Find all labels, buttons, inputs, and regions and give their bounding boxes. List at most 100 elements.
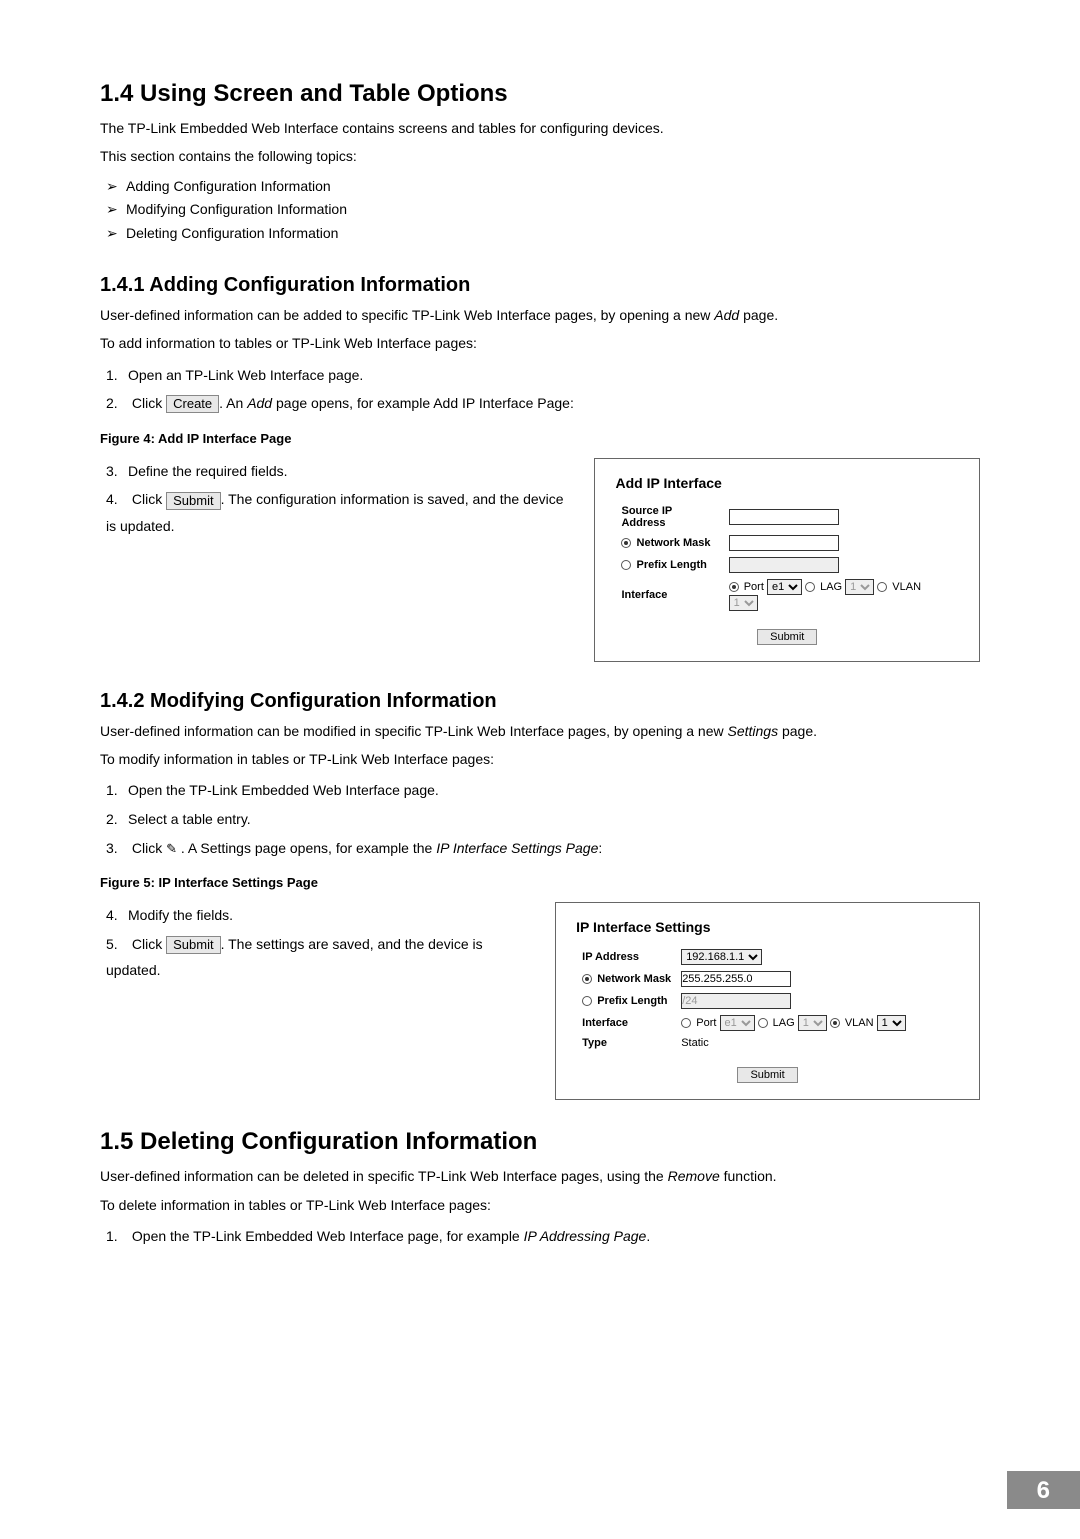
heading-1-5: 1.5 Deleting Configuration Information — [100, 1128, 980, 1156]
step-number: 4. — [106, 486, 128, 513]
steps-list: 1.Open an TP-Link Web Interface page. 2.… — [106, 362, 980, 417]
steps-list: 1. Open the TP-Link Embedded Web Interfa… — [106, 1223, 980, 1250]
table-row: Network Mask — [578, 969, 910, 989]
step: 4. Click Submit. The configuration infor… — [106, 486, 574, 539]
table-row: Prefix Length — [578, 991, 910, 1011]
step-number: 1. — [106, 1223, 128, 1250]
text: function. — [724, 1168, 777, 1184]
text: User-defined information can be added to… — [100, 307, 710, 323]
row: 4.Modify the fields. 5. Click Submit. Th… — [100, 902, 980, 1100]
steps-list: 1.Open the TP-Link Embedded Web Interfac… — [106, 777, 980, 861]
radio-off-icon[interactable] — [877, 582, 887, 592]
pencil-icon[interactable]: ✎ — [166, 837, 177, 862]
document-page: 1.4 Using Screen and Table Options The T… — [0, 0, 1080, 1539]
para: User-defined information can be deleted … — [100, 1166, 980, 1186]
figure-label: Figure 4: Add IP Interface Page — [100, 431, 980, 446]
step-text: . An — [219, 395, 243, 411]
label: Type — [578, 1035, 675, 1051]
panel-title: Add IP Interface — [615, 475, 959, 491]
cell: Network Mask — [617, 533, 722, 553]
step: 3.Define the required fields. — [106, 458, 574, 485]
step: 5. Click Submit. The settings are saved,… — [106, 931, 535, 984]
step-number: 3. — [106, 458, 128, 485]
radio-on-icon[interactable] — [729, 582, 739, 592]
step-text: Select a table entry. — [128, 811, 251, 827]
submit-button[interactable]: Submit — [166, 936, 220, 954]
step-text: : — [598, 840, 602, 856]
text-italic: IP Interface Settings Page — [436, 840, 598, 856]
step: 1.Open the TP-Link Embedded Web Interfac… — [106, 777, 980, 804]
create-button[interactable]: Create — [166, 395, 219, 413]
text-italic: Remove — [668, 1168, 720, 1184]
radio-off-icon[interactable] — [621, 560, 631, 570]
text: User-defined information can be modified… — [100, 723, 724, 739]
step-text: Click — [132, 395, 162, 411]
list-item: ➢Adding Configuration Information — [106, 175, 980, 199]
text-italic: IP Addressing Page — [524, 1228, 647, 1244]
step-number: 2. — [106, 390, 128, 417]
bullet-arrow-icon: ➢ — [106, 175, 126, 199]
table-row: Interface Port e1 LAG 1 VLAN 1 — [617, 577, 957, 613]
netmask-input[interactable] — [681, 971, 791, 987]
heading-1-4-1: 1.4.1 Adding Configuration Information — [100, 274, 980, 297]
step-text: Click — [132, 491, 162, 507]
radio-off-icon[interactable] — [758, 1018, 768, 1028]
panel-title: IP Interface Settings — [576, 919, 959, 935]
radio-on-icon[interactable] — [621, 538, 631, 548]
bullet-arrow-icon: ➢ — [106, 222, 126, 246]
lag-select[interactable]: 1 — [845, 579, 874, 595]
step-text: Modify the fields. — [128, 907, 233, 923]
list-text: Modifying Configuration Information — [126, 201, 347, 217]
submit-button[interactable]: Submit — [166, 492, 220, 510]
port-select[interactable]: e1 — [720, 1015, 755, 1031]
panel-submit-button[interactable]: Submit — [757, 629, 817, 645]
label: Port — [744, 581, 764, 593]
text: User-defined information can be deleted … — [100, 1168, 664, 1184]
step-number: 2. — [106, 806, 128, 833]
step-number: 5. — [106, 931, 128, 958]
table-row: Network Mask — [617, 533, 957, 553]
prefix-input[interactable] — [729, 557, 839, 573]
radio-off-icon[interactable] — [582, 996, 592, 1006]
step: 2.Select a table entry. — [106, 806, 980, 833]
submit-row: Submit — [576, 1065, 959, 1083]
panel-submit-button[interactable]: Submit — [737, 1067, 797, 1083]
radio-off-icon[interactable] — [681, 1018, 691, 1028]
para: This section contains the following topi… — [100, 146, 980, 166]
step: 1.Open an TP-Link Web Interface page. — [106, 362, 980, 389]
text-italic: Add — [247, 395, 272, 411]
col: 3.Define the required fields. 4. Click S… — [100, 458, 574, 542]
settings-table: IP Address 192.168.1.1 Network Mask Pref… — [576, 945, 912, 1053]
list-text: Adding Configuration Information — [126, 178, 331, 194]
vlan-select[interactable]: 1 — [877, 1015, 906, 1031]
radio-on-icon[interactable] — [830, 1018, 840, 1028]
label: Interface — [617, 577, 722, 613]
label: Interface — [578, 1013, 675, 1033]
para: The TP-Link Embedded Web Interface conta… — [100, 118, 980, 138]
step: 2. Click Create. An Add page opens, for … — [106, 390, 980, 417]
step-number: 3. — [106, 835, 128, 862]
radio-on-icon[interactable] — [582, 974, 592, 984]
label: VLAN — [845, 1017, 874, 1029]
step: 3. Click ✎ . A Settings page opens, for … — [106, 835, 980, 862]
radio-off-icon[interactable] — [805, 582, 815, 592]
heading-1-4: 1.4 Using Screen and Table Options — [100, 80, 980, 108]
label: Prefix Length — [597, 995, 667, 1007]
vlan-select[interactable]: 1 — [729, 595, 758, 611]
submit-row: Submit — [615, 627, 959, 645]
add-ip-interface-panel: Add IP Interface Source IP Address Netwo… — [594, 458, 980, 662]
netmask-input[interactable] — [729, 535, 839, 551]
prefix-input[interactable] — [681, 993, 791, 1009]
figure-label: Figure 5: IP Interface Settings Page — [100, 875, 980, 890]
step-text: . The settings are saved, and the device… — [106, 936, 483, 979]
para: To modify information in tables or TP-Li… — [100, 749, 980, 769]
list-item: ➢Modifying Configuration Information — [106, 198, 980, 222]
table-row: IP Address 192.168.1.1 — [578, 947, 910, 967]
cell: Prefix Length — [578, 991, 675, 1011]
text: page. — [743, 307, 778, 323]
port-select[interactable]: e1 — [767, 579, 802, 595]
lag-select[interactable]: 1 — [798, 1015, 827, 1031]
table-row: Source IP Address — [617, 503, 957, 531]
ip-select[interactable]: 192.168.1.1 — [681, 949, 762, 965]
source-ip-input[interactable] — [729, 509, 839, 525]
